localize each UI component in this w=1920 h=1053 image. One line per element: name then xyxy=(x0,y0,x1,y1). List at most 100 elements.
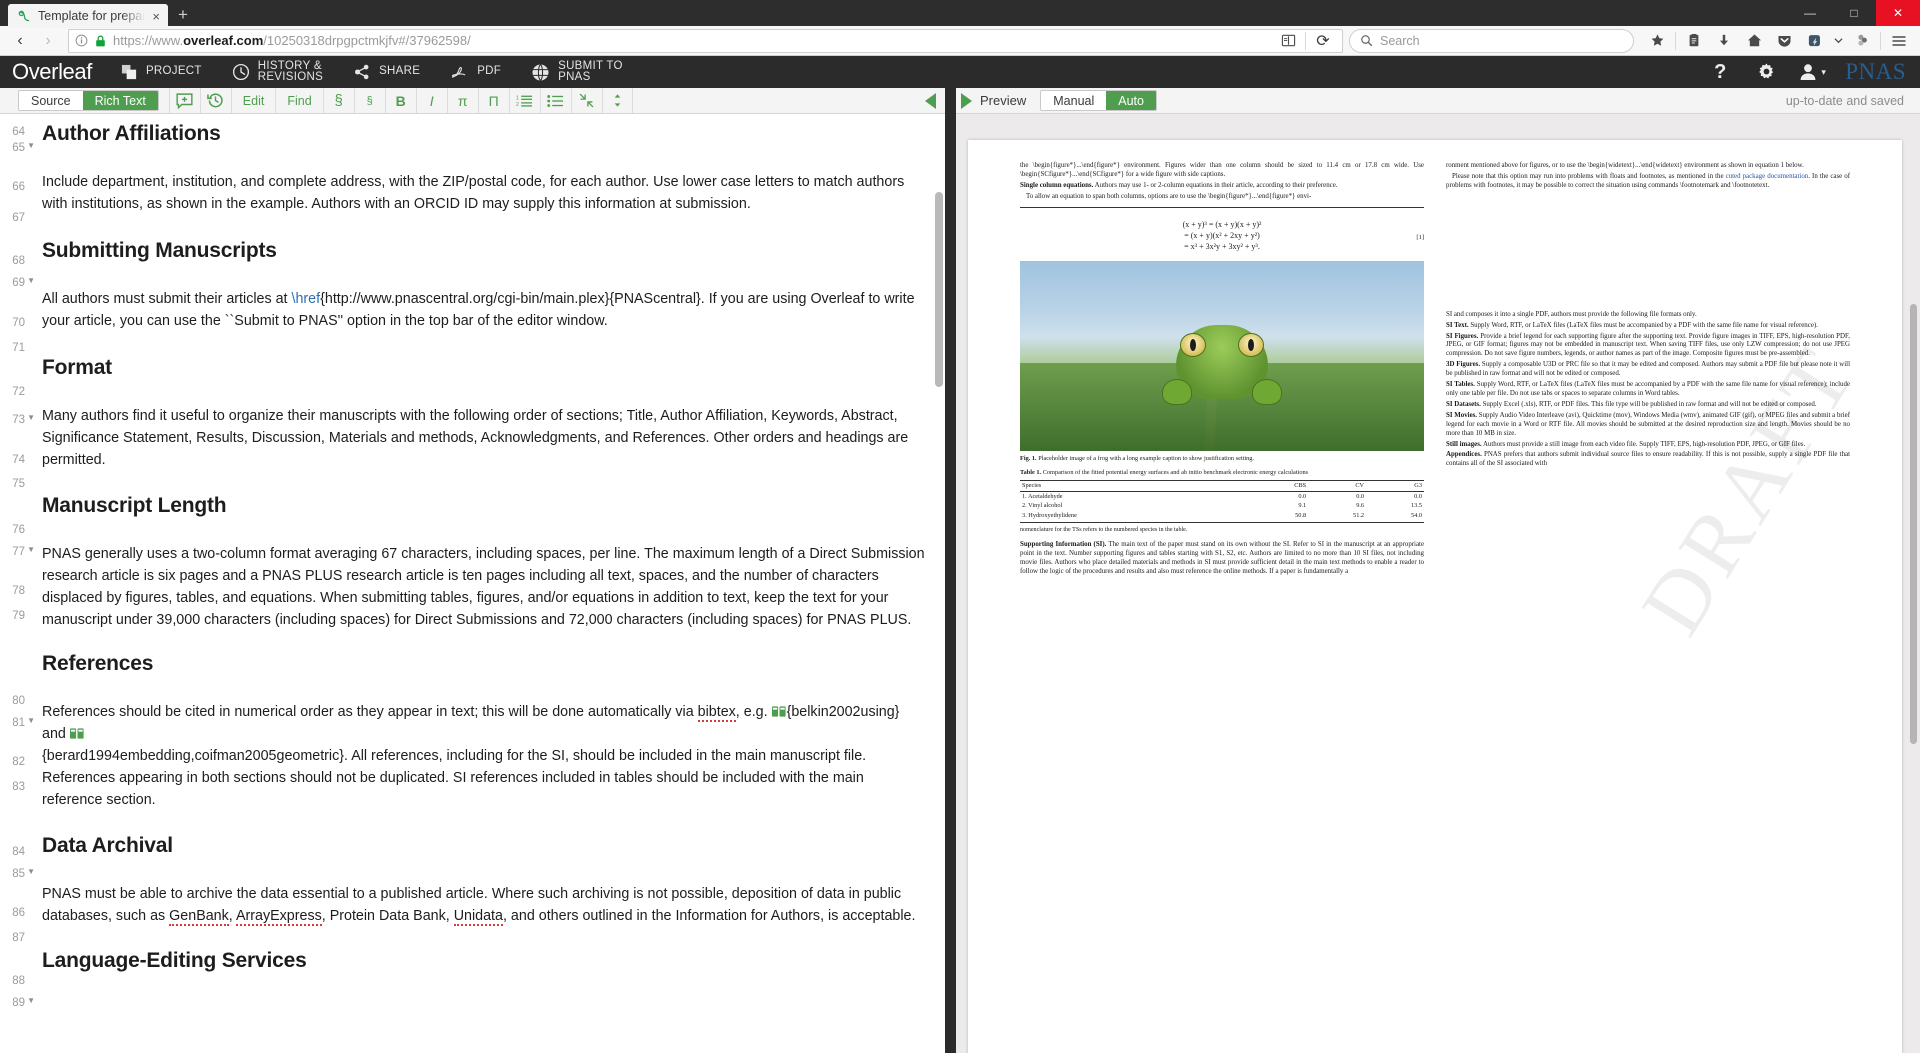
history-icon[interactable] xyxy=(199,88,231,113)
line-number: 84 xyxy=(12,846,25,858)
chevron-down-icon[interactable] xyxy=(1829,28,1847,54)
column-spacer xyxy=(1446,193,1850,311)
mode-source-button[interactable]: Source xyxy=(19,91,83,110)
home-icon[interactable] xyxy=(1739,28,1769,54)
new-tab-button[interactable]: + xyxy=(168,6,198,23)
window-close-button[interactable]: ✕ xyxy=(1876,0,1920,26)
browser-tab[interactable]: Template for preparin × xyxy=(8,4,168,28)
numbered-list-icon[interactable]: 12 xyxy=(508,88,540,113)
table-header-cell: CBS xyxy=(1246,479,1309,492)
pdf-page: DRAFT the \begin{figure*}...\end{figure*… xyxy=(968,140,1902,1053)
frog-pupil xyxy=(1248,339,1254,352)
url-bar-icons: ⟳ xyxy=(1275,28,1336,54)
pane-splitter-top[interactable] xyxy=(945,88,956,114)
pane-splitter[interactable] xyxy=(945,114,956,1053)
line-number: 83 xyxy=(12,781,25,793)
expand-icon[interactable] xyxy=(601,88,633,113)
triangle-right-icon xyxy=(961,92,972,109)
pdf-viewer[interactable]: DRAFT the \begin{figure*}...\end{figure*… xyxy=(956,114,1920,1053)
window-minimize-button[interactable]: — xyxy=(1788,0,1832,26)
downloads-icon[interactable] xyxy=(1709,28,1739,54)
search-bar[interactable]: Search xyxy=(1349,28,1634,53)
fold-arrow-icon[interactable]: ▼ xyxy=(27,276,35,285)
bold-button[interactable]: B xyxy=(384,88,416,113)
document-body[interactable]: Author Affiliations Include department, … xyxy=(38,114,945,1053)
column-rule xyxy=(1020,206,1424,208)
menu-item-submit-pnas[interactable]: SUBMIT TO PNAS xyxy=(516,56,638,88)
fold-arrow-icon[interactable]: ▼ xyxy=(27,867,35,876)
browser-titlebar: Template for preparin × + — □ ✕ xyxy=(0,0,1920,28)
menu-item-share[interactable]: SHARE xyxy=(338,56,435,88)
frog-eye-right xyxy=(1238,333,1264,358)
fold-arrow-icon[interactable]: ▼ xyxy=(27,996,35,1005)
edit-button[interactable]: Edit xyxy=(230,88,276,113)
collapse-editor-button[interactable] xyxy=(915,88,945,114)
url-bar[interactable]: https://www.overleaf.com/10250318drpgpct… xyxy=(68,28,1343,54)
hamburger-menu-icon[interactable] xyxy=(1884,28,1914,54)
expand-preview-button[interactable] xyxy=(961,92,972,109)
pdf-hyperlink[interactable]: cuted package documentation xyxy=(1726,173,1809,180)
pi-button[interactable]: π xyxy=(446,88,478,113)
pdf-scrollbar[interactable] xyxy=(1910,304,1917,744)
mode-richtext-button[interactable]: Rich Text xyxy=(82,91,158,110)
library-icon[interactable] xyxy=(1679,28,1709,54)
pdf-list-item: SI Text. Supply Word, RTF, or LaTeX file… xyxy=(1446,321,1818,329)
fold-arrow-icon[interactable]: ▼ xyxy=(27,716,35,725)
italic-button[interactable]: I xyxy=(415,88,447,113)
section-button[interactable]: § xyxy=(322,88,354,113)
comment-add-icon[interactable] xyxy=(168,88,200,113)
paragraph-format: Many authors find it useful to organize … xyxy=(42,408,909,469)
table-cell: 13.5 xyxy=(1410,502,1422,510)
overleaf-logo[interactable]: Overleaf xyxy=(0,59,106,85)
paragraph-data-archival: PNAS must be able to archive the data es… xyxy=(42,885,916,926)
back-button[interactable]: ‹ xyxy=(6,28,34,54)
menu-item-history[interactable]: HISTORY & REVISIONS xyxy=(217,56,338,88)
fold-arrow-icon[interactable]: ▼ xyxy=(27,545,35,554)
star-icon[interactable] xyxy=(1642,28,1672,54)
big-pi-button[interactable]: Π xyxy=(477,88,509,113)
reload-button[interactable]: ⟳ xyxy=(1310,28,1336,54)
line-number: 82 xyxy=(12,756,25,768)
fold-arrow-icon[interactable]: ▼ xyxy=(27,141,35,150)
citation-icon xyxy=(69,728,84,739)
heading-data-archival: Data Archival xyxy=(42,833,173,857)
containers-icon[interactable] xyxy=(1847,28,1877,54)
misspelled-word: GenBank xyxy=(169,907,229,926)
fold-arrow-icon[interactable]: ▼ xyxy=(27,413,35,422)
pdf-columns: the \begin{figure*}...\end{figure*} envi… xyxy=(1020,162,1850,1053)
preview-auto-button[interactable]: Auto xyxy=(1106,91,1156,110)
pdf-paragraph: Single column equations. Authors may use… xyxy=(1020,181,1338,189)
url-text: https://www.overleaf.com/10250318drpgpct… xyxy=(113,33,471,48)
table-cell: 54.0 xyxy=(1410,511,1422,519)
menu-item-pdf[interactable]: PDF xyxy=(435,56,516,88)
bullet-list-icon[interactable] xyxy=(539,88,571,113)
preview-pane: DRAFT the \begin{figure*}...\end{figure*… xyxy=(956,114,1920,1053)
pdf-right-column: ronment mentioned above for figures, or … xyxy=(1446,162,1850,1053)
preview-manual-button[interactable]: Manual xyxy=(1041,91,1107,110)
menu-item-project[interactable]: PROJECT xyxy=(106,56,217,88)
subsection-button[interactable]: § xyxy=(353,88,385,113)
window-maximize-button[interactable]: □ xyxy=(1832,0,1876,26)
collapse-icon[interactable] xyxy=(570,88,602,113)
table-cell: 9.1 xyxy=(1298,502,1307,510)
pdf-equation: (x + y)³ = (x + y)(x + y)² = (x + y)(x² … xyxy=(1020,220,1424,251)
editor-scrollbar[interactable] xyxy=(935,192,943,387)
page-info-icon[interactable] xyxy=(75,34,88,47)
pocket-icon[interactable] xyxy=(1769,28,1799,54)
svg-text:2: 2 xyxy=(516,102,519,108)
line-number: 86 xyxy=(12,907,25,919)
tab-close-icon[interactable]: × xyxy=(152,10,160,23)
line-number: 76 xyxy=(12,524,25,536)
sync-icon[interactable] xyxy=(1799,28,1829,54)
search-input[interactable]: Search xyxy=(1380,34,1420,48)
overleaf-header: Overleaf PROJECT HISTORY & REVISIONS SHA… xyxy=(0,56,1920,88)
account-menu-button[interactable]: ▾ xyxy=(1789,56,1835,88)
reader-view-icon[interactable] xyxy=(1275,28,1301,54)
help-button[interactable]: ? xyxy=(1697,56,1743,88)
forward-button[interactable]: › xyxy=(34,28,62,54)
settings-button[interactable] xyxy=(1743,56,1789,88)
table-caption: Table 1. Comparison of the fitted potent… xyxy=(1020,468,1309,476)
find-button[interactable]: Find xyxy=(275,88,322,113)
heading-author-affiliations: Author Affiliations xyxy=(42,122,221,145)
line-number: 71 xyxy=(12,342,25,354)
